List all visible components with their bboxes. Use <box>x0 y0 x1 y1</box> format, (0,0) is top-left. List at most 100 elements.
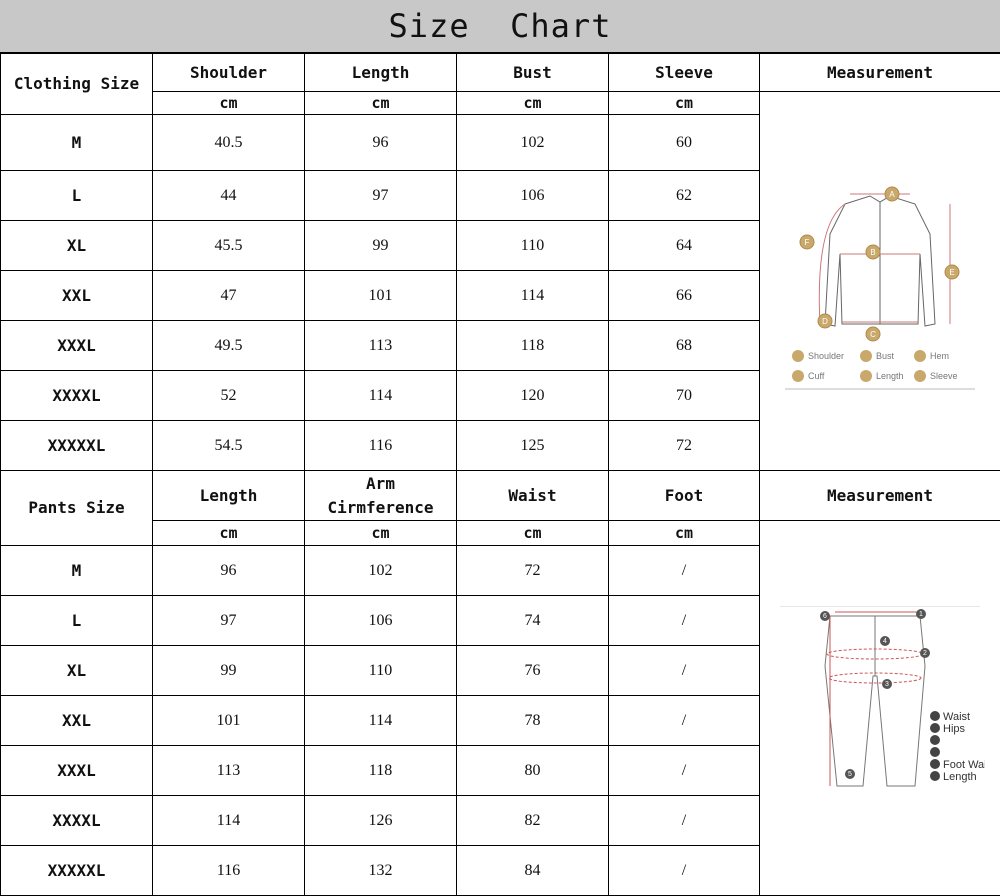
cell: / <box>608 845 760 896</box>
col-header-bust: Bust <box>456 53 609 92</box>
measurement-header: Measurement <box>759 53 1000 92</box>
cell: 66 <box>608 270 760 321</box>
legend-hips: Hips <box>943 723 966 735</box>
legend-hem: Hem <box>930 351 949 361</box>
cell: 52 <box>152 370 305 421</box>
cell: 76 <box>456 645 609 696</box>
col-header-waist: Waist <box>456 470 609 521</box>
cell: 72 <box>608 420 760 471</box>
size-label: XXL <box>0 695 153 746</box>
measurement-header: Measurement <box>759 470 1000 521</box>
cell: 113 <box>152 745 305 796</box>
col-header-length: Length <box>152 470 305 521</box>
legend-length: Length <box>943 771 977 783</box>
size-label: M <box>0 114 153 171</box>
cell: 99 <box>304 220 457 271</box>
cell: / <box>608 645 760 696</box>
cell: 78 <box>456 695 609 746</box>
cell: 114 <box>304 695 457 746</box>
cell: 84 <box>456 845 609 896</box>
marker-3: 3 <box>885 681 889 688</box>
pants-size-table: Pants Size Length Arm Cirmference Waist … <box>0 470 1000 896</box>
marker-e: E <box>949 268 954 277</box>
cell: 80 <box>456 745 609 796</box>
cell: 114 <box>456 270 609 321</box>
legend-length: Length <box>876 371 904 381</box>
unit-cm: cm <box>152 520 305 546</box>
cell: 118 <box>304 745 457 796</box>
col-header-arm-cirmference: Arm Cirmference <box>304 470 457 521</box>
cell: 74 <box>456 595 609 646</box>
cell: 116 <box>152 845 305 896</box>
cell: 97 <box>304 170 457 221</box>
pants-measurement-cell: 1 2 3 4 5 6 Waist Hips Foot Wai Length <box>759 520 1000 896</box>
cell: 96 <box>304 114 457 171</box>
unit-cm: cm <box>152 91 305 115</box>
cell: 44 <box>152 170 305 221</box>
size-label: XXXXXL <box>0 845 153 896</box>
cell: 110 <box>456 220 609 271</box>
marker-2: 2 <box>923 650 927 657</box>
legend-sleeve: Sleeve <box>930 371 958 381</box>
cell: 72 <box>456 545 609 596</box>
cell: 47 <box>152 270 305 321</box>
legend-bust: Bust <box>876 351 895 361</box>
cell: 96 <box>152 545 305 596</box>
marker-6: 6 <box>823 613 827 620</box>
cell: 106 <box>304 595 457 646</box>
marker-f: F <box>805 238 810 247</box>
size-label: XXXXL <box>0 795 153 846</box>
cell: 118 <box>456 320 609 371</box>
cell: 114 <box>304 370 457 421</box>
cell: 68 <box>608 320 760 371</box>
unit-cm: cm <box>304 91 457 115</box>
cell: 40.5 <box>152 114 305 171</box>
pants-size-header: Pants Size <box>0 470 153 546</box>
cell: / <box>608 545 760 596</box>
size-label: XXXXL <box>0 370 153 421</box>
marker-b: B <box>870 248 875 257</box>
legend-waist: Waist <box>943 711 970 723</box>
size-label: XXXXXL <box>0 420 153 471</box>
cell: 132 <box>304 845 457 896</box>
legend-cuff: Cuff <box>808 371 825 381</box>
marker-1: 1 <box>919 611 923 618</box>
cell: 101 <box>152 695 305 746</box>
unit-cm: cm <box>304 520 457 546</box>
clothing-size-header: Clothing Size <box>0 53 153 115</box>
cell: 102 <box>456 114 609 171</box>
unit-cm: cm <box>456 91 609 115</box>
cell: 116 <box>304 420 457 471</box>
clothing-size-table: Clothing Size Shoulder Length Bust Sleev… <box>0 53 1000 471</box>
cell: 126 <box>304 795 457 846</box>
col-header-length: Length <box>304 53 457 92</box>
cell: 125 <box>456 420 609 471</box>
cell: 114 <box>152 795 305 846</box>
cell: 54.5 <box>152 420 305 471</box>
size-label: L <box>0 595 153 646</box>
cell: 49.5 <box>152 320 305 371</box>
cell: 82 <box>456 795 609 846</box>
shirt-diagram: A B C D E F Shoulder Bust Hem Cuff Lengt… <box>785 186 975 389</box>
cell: 101 <box>304 270 457 321</box>
unit-cm: cm <box>456 520 609 546</box>
legend-foot: Foot Wai <box>943 759 985 771</box>
cell: 120 <box>456 370 609 421</box>
marker-5: 5 <box>848 771 852 778</box>
cell: / <box>608 595 760 646</box>
cell: 45.5 <box>152 220 305 271</box>
cell: / <box>608 745 760 796</box>
cell: 110 <box>304 645 457 696</box>
marker-c: C <box>870 330 876 339</box>
pants-diagram: 1 2 3 4 5 6 Waist Hips Foot Wai Length <box>780 605 987 786</box>
cell: 60 <box>608 114 760 171</box>
cell: 64 <box>608 220 760 271</box>
cell: 102 <box>304 545 457 596</box>
size-label: XXXL <box>0 745 153 796</box>
cell: 97 <box>152 595 305 646</box>
cell: 99 <box>152 645 305 696</box>
cell: / <box>608 695 760 746</box>
unit-cm: cm <box>608 91 760 115</box>
size-label: XXL <box>0 270 153 321</box>
cell: 106 <box>456 170 609 221</box>
